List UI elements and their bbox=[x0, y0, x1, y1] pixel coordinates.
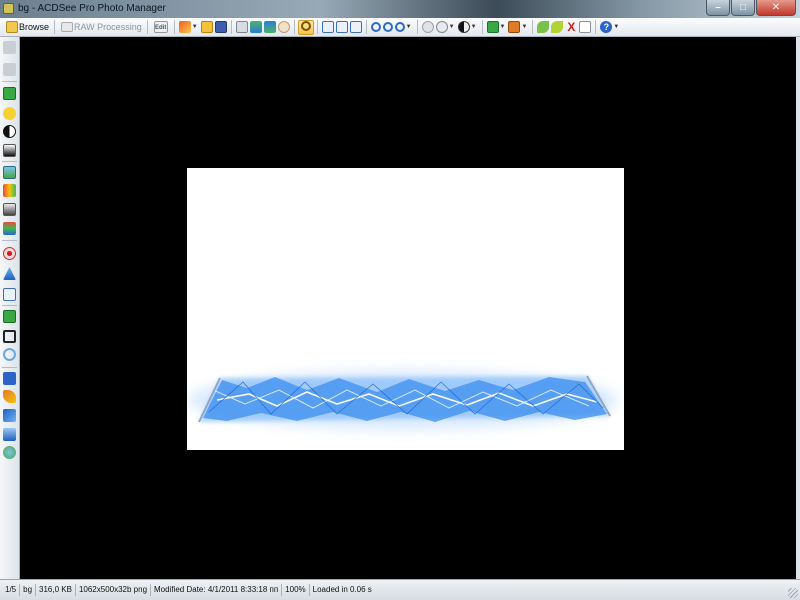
status-load-time: Loaded in 0.06 s bbox=[308, 584, 375, 596]
zoom-out-icon[interactable] bbox=[382, 22, 393, 32]
toolbar-separator bbox=[595, 20, 597, 34]
toolbar-separator bbox=[416, 20, 418, 34]
eye-icon[interactable] bbox=[3, 247, 16, 260]
raw-icon bbox=[61, 22, 74, 32]
tool-separator bbox=[2, 305, 17, 306]
right-border bbox=[796, 37, 800, 579]
histogram-icon[interactable] bbox=[3, 203, 16, 216]
gradient-icon[interactable] bbox=[3, 428, 16, 441]
lightning-image bbox=[188, 370, 618, 430]
status-bar: 1/5 bg 316,0 KB 1062x500x32b png Modifie… bbox=[0, 579, 800, 600]
save-icon[interactable] bbox=[214, 21, 227, 33]
status-modified-date: Modified Date: 4/1/2011 8:33:18 пп bbox=[150, 584, 281, 596]
contrast-icon[interactable] bbox=[457, 21, 470, 33]
tool-separator bbox=[2, 367, 17, 368]
window-controls: – □ ✕ bbox=[705, 0, 796, 16]
raw-processing-label: RAW Processing bbox=[74, 22, 142, 32]
photo-effect-icon[interactable] bbox=[3, 310, 16, 323]
copy-icon[interactable] bbox=[235, 21, 248, 33]
rotate-left-icon[interactable] bbox=[249, 21, 262, 33]
status-position: 1/5 bbox=[5, 585, 17, 594]
toolbar-separator bbox=[230, 20, 232, 34]
fit-page-icon[interactable] bbox=[321, 21, 334, 33]
rotate-right-icon[interactable] bbox=[263, 21, 276, 33]
app-icon[interactable] bbox=[3, 3, 14, 14]
status-dimensions: 1062x500x32b png bbox=[74, 584, 150, 596]
chevron-down-icon[interactable]: ▼ bbox=[521, 24, 527, 30]
chevron-down-icon[interactable]: ▼ bbox=[613, 24, 619, 30]
tool-separator bbox=[2, 161, 17, 162]
photo-image[interactable] bbox=[187, 168, 624, 450]
contrast-tool-icon[interactable] bbox=[3, 125, 16, 138]
image-canvas[interactable] bbox=[20, 37, 796, 579]
brush-tool-icon[interactable] bbox=[3, 390, 16, 403]
hand-pan-icon[interactable] bbox=[277, 21, 290, 33]
open-folder-icon[interactable] bbox=[200, 21, 213, 33]
magnifier-icon bbox=[300, 20, 311, 31]
orange-stop-icon[interactable] bbox=[508, 21, 521, 33]
left-tool-strip bbox=[0, 37, 20, 579]
grid-icon[interactable] bbox=[3, 288, 16, 301]
fill-icon[interactable] bbox=[3, 409, 16, 422]
status-filename: bg bbox=[19, 584, 35, 596]
resize-grip-icon[interactable] bbox=[788, 588, 798, 598]
rotate-tool-icon[interactable] bbox=[3, 348, 16, 361]
help-icon[interactable]: ? bbox=[600, 21, 613, 33]
status-filesize: 316,0 KB bbox=[35, 584, 75, 596]
chevron-down-icon[interactable]: ▼ bbox=[449, 24, 455, 30]
leaf-icon[interactable] bbox=[537, 21, 550, 33]
hand-icon[interactable] bbox=[421, 21, 434, 33]
red-eye-tool-icon[interactable] bbox=[3, 87, 16, 100]
delete-icon[interactable]: X bbox=[565, 21, 577, 33]
brightness-icon[interactable] bbox=[3, 107, 16, 120]
edit-mode-button[interactable]: Edit bbox=[151, 19, 171, 35]
tool-separator bbox=[2, 81, 17, 82]
paint-brush-icon[interactable] bbox=[178, 21, 191, 33]
tool-separator bbox=[2, 240, 17, 241]
landscape-icon[interactable] bbox=[3, 166, 16, 179]
title-bar: bg - ACDSee Pro Photo Manager – □ ✕ bbox=[0, 0, 800, 19]
zoom-menu-icon[interactable] bbox=[394, 22, 405, 32]
zoom-in-icon[interactable] bbox=[370, 22, 381, 32]
raw-processing-button[interactable]: RAW Processing bbox=[58, 19, 144, 35]
text-tool-icon[interactable] bbox=[3, 372, 16, 385]
browse-folder-icon bbox=[6, 21, 18, 33]
globe-icon[interactable] bbox=[3, 446, 16, 459]
browse-label: Browse bbox=[19, 22, 50, 32]
actual-size-icon[interactable] bbox=[349, 21, 362, 33]
lens-icon[interactable] bbox=[435, 21, 448, 33]
main-toolbar: Browse RAW Processing Edit ▼ ▼ ▼ ▼ ▼ ▼ X… bbox=[0, 18, 800, 37]
lime-icon[interactable] bbox=[551, 21, 564, 33]
maximize-button[interactable]: □ bbox=[731, 0, 755, 16]
nav-forward-icon[interactable] bbox=[3, 63, 16, 76]
crop-icon[interactable] bbox=[3, 330, 16, 343]
chevron-down-icon[interactable]: ▼ bbox=[192, 24, 198, 30]
toolbar-separator bbox=[293, 20, 295, 34]
edit-icon: Edit bbox=[153, 21, 168, 33]
status-zoom[interactable]: 100% bbox=[281, 584, 308, 596]
toolbar-separator bbox=[365, 20, 367, 34]
browse-button[interactable]: Browse bbox=[3, 19, 51, 35]
properties-icon[interactable] bbox=[579, 21, 592, 33]
toolbar-separator bbox=[54, 20, 56, 34]
color-strip-icon[interactable] bbox=[3, 222, 16, 235]
chevron-down-icon[interactable]: ▼ bbox=[500, 24, 506, 30]
toolbar-separator bbox=[481, 20, 483, 34]
toolbar-separator bbox=[146, 20, 148, 34]
nav-back-icon[interactable] bbox=[3, 41, 16, 54]
fit-width-icon[interactable] bbox=[335, 21, 348, 33]
minimize-button[interactable]: – bbox=[706, 0, 730, 16]
toolbar-separator bbox=[532, 20, 534, 34]
levels-icon[interactable] bbox=[3, 144, 16, 157]
color-balance-icon[interactable] bbox=[3, 184, 16, 197]
window-title: bg - ACDSee Pro Photo Manager bbox=[18, 3, 166, 14]
toolbar-separator bbox=[173, 20, 175, 34]
sharpen-icon[interactable] bbox=[3, 267, 16, 280]
toolbar-separator bbox=[316, 20, 318, 34]
chevron-down-icon[interactable]: ▼ bbox=[406, 24, 412, 30]
chevron-down-icon[interactable]: ▼ bbox=[471, 24, 477, 30]
green-play-icon[interactable] bbox=[486, 21, 499, 33]
magnifier-tool-button[interactable] bbox=[297, 19, 314, 35]
close-button[interactable]: ✕ bbox=[756, 0, 796, 16]
